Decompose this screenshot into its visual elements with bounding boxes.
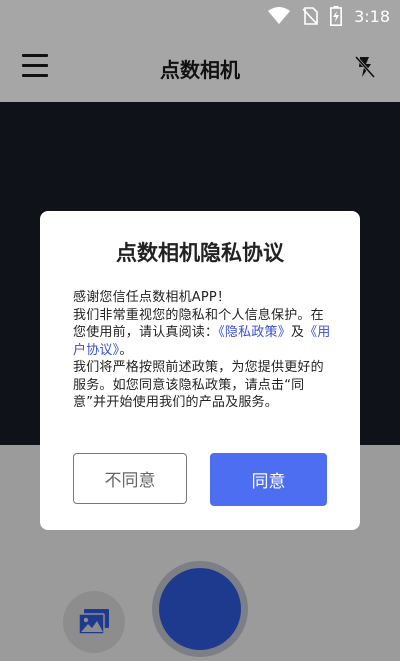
privacy-policy-link[interactable]: 《隐私政策》 bbox=[218, 325, 291, 340]
dialog-text-and: 及 bbox=[290, 325, 305, 340]
dialog-body: 感谢您信任点数相机APP！ 我们非常重视您的隐私和个人信息保护。在您使用前，请认… bbox=[73, 289, 333, 412]
dialog-paragraph-consent: 我们将严格按照前述政策，为您提供更好的服务。如您同意该隐私政策，请点击“同意”并… bbox=[73, 360, 324, 410]
dialog-text-end: 。 bbox=[119, 342, 133, 358]
status-time: 3:18 bbox=[354, 6, 390, 26]
shutter-inner bbox=[159, 568, 241, 650]
dialog-greeting: 感谢您信任点数相机APP！ bbox=[73, 290, 231, 305]
no-sim-icon bbox=[302, 7, 318, 25]
agree-button[interactable]: 同意 bbox=[210, 453, 327, 506]
status-bar: 3:18 bbox=[0, 0, 400, 32]
gallery-button[interactable] bbox=[63, 591, 125, 653]
status-icons: 3:18 bbox=[268, 5, 390, 27]
gallery-icon bbox=[78, 609, 109, 635]
wifi-icon bbox=[268, 7, 291, 24]
flash-off-icon[interactable] bbox=[352, 54, 378, 80]
app-bar: 点数相机 bbox=[0, 32, 400, 102]
dialog-paragraph-privacy: 我们非常重视您的隐私和个人信息保护。在您使用前，请认真阅读：《隐私政策》及《用户… bbox=[73, 307, 333, 360]
privacy-dialog: 点数相机隐私协议 感谢您信任点数相机APP！ 我们非常重视您的隐私和个人信息保护… bbox=[40, 211, 360, 530]
page-title: 点数相机 bbox=[160, 58, 240, 82]
dialog-title: 点数相机隐私协议 bbox=[116, 241, 284, 265]
disagree-button[interactable]: 不同意 bbox=[73, 453, 187, 504]
battery-charging-icon bbox=[330, 6, 343, 26]
shutter-button[interactable] bbox=[152, 561, 248, 657]
